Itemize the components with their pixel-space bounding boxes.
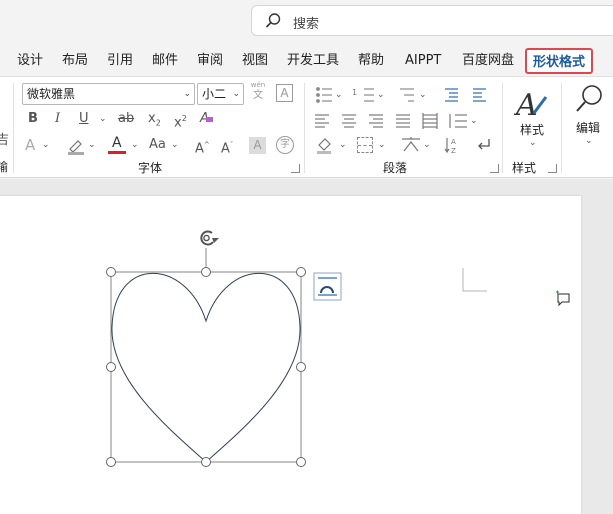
styles-group-label: 样式 xyxy=(512,161,537,175)
italic-icon[interactable]: I xyxy=(55,109,60,129)
search-placeholder: 搜索 xyxy=(293,17,320,32)
chevron-down-icon[interactable]: ⌄ xyxy=(99,109,107,129)
font-group-label: 字体 xyxy=(138,161,163,175)
ribbon: 吉 输 微软雅黑 ⌄ 小二 ⌄ wén 文 A B I U ⌄ ab x2 x2… xyxy=(0,76,613,178)
tab-review[interactable]: 审阅 xyxy=(197,46,223,76)
subscript-icon[interactable]: x2 xyxy=(148,109,161,134)
clipboard-partial-char: 吉 xyxy=(0,133,10,148)
font-name-value: 微软雅黑 xyxy=(27,87,76,101)
search-icon xyxy=(265,13,281,28)
comment-marker-icon xyxy=(556,290,570,307)
find-icon[interactable] xyxy=(574,83,604,115)
search-box[interactable]: 搜索 xyxy=(251,5,613,36)
superscript-icon[interactable]: x2 xyxy=(174,109,187,133)
chevron-down-icon[interactable]: ⌄ xyxy=(378,135,386,155)
change-case-icon[interactable]: Aa xyxy=(149,135,166,155)
tab-design[interactable]: 设计 xyxy=(17,46,43,76)
chinese-layout-icon[interactable] xyxy=(400,135,422,155)
clear-formatting-icon[interactable]: A xyxy=(200,109,213,129)
phonetic-top: wén xyxy=(250,81,266,89)
highlight-color-icon[interactable] xyxy=(66,137,86,155)
tab-layout[interactable]: 布局 xyxy=(62,46,88,76)
underline-icon[interactable]: U xyxy=(79,109,89,129)
chevron-down-icon[interactable]: ⌄ xyxy=(88,135,96,155)
paragraph-row-1 xyxy=(315,85,500,105)
chevron-down-icon: ⌄ xyxy=(232,89,240,99)
font-dialog-launcher-icon[interactable] xyxy=(291,164,300,173)
svg-text:Z: Z xyxy=(451,147,456,155)
chevron-down-icon[interactable]: ⌄ xyxy=(529,133,537,153)
tab-view[interactable]: 视图 xyxy=(242,46,268,76)
numbering-icon[interactable]: 1 xyxy=(352,83,357,103)
font-name-dropdown[interactable]: 微软雅黑 ⌄ xyxy=(22,83,195,105)
styles-icon[interactable]: A xyxy=(513,87,550,123)
svg-text:A: A xyxy=(514,88,538,121)
tab-mailings[interactable]: 邮件 xyxy=(152,46,178,76)
chevron-down-icon[interactable]: ⌄ xyxy=(423,135,431,155)
chevron-down-icon: ⌄ xyxy=(183,89,191,99)
chevron-down-icon[interactable]: ⌄ xyxy=(377,85,385,105)
phonetic-guide-button[interactable]: wén 文 xyxy=(250,81,266,102)
chevron-down-icon[interactable]: ⌄ xyxy=(339,135,347,155)
tab-developer[interactable]: 开发工具 xyxy=(287,46,339,76)
chevron-down-icon[interactable]: ⌄ xyxy=(42,135,50,155)
chevron-down-icon[interactable]: ⌄ xyxy=(131,135,139,155)
heart-shape-target[interactable] xyxy=(111,272,301,462)
styles-dialog-launcher-icon[interactable] xyxy=(548,164,557,173)
chevron-down-icon[interactable]: ⌄ xyxy=(470,111,478,131)
rotate-handle[interactable] xyxy=(197,229,217,247)
tab-references[interactable]: 引用 xyxy=(107,46,133,76)
chevron-down-icon[interactable]: ⌄ xyxy=(585,131,593,151)
chevron-down-icon[interactable]: ⌄ xyxy=(335,85,343,105)
char-shading-icon[interactable]: A xyxy=(249,137,266,154)
group-separator xyxy=(13,83,14,173)
chevron-down-icon[interactable]: ⌄ xyxy=(171,135,179,155)
margin-corner-mark xyxy=(462,268,487,292)
show-marks-icon[interactable] xyxy=(474,135,492,155)
svg-text:A: A xyxy=(451,138,456,146)
font-size-dropdown[interactable]: 小二 ⌄ xyxy=(197,83,244,105)
text-effects-icon[interactable]: A xyxy=(25,135,35,155)
shape-layer xyxy=(106,230,570,467)
phonetic-bottom: 文 xyxy=(253,90,263,101)
ribbon-tabs: 设计 布局 引用 邮件 审阅 视图 开发工具 帮助 AIPPT 百度网盘 形状格… xyxy=(0,46,613,76)
paragraph-dialog-launcher-icon[interactable] xyxy=(490,164,499,173)
document-canvas xyxy=(0,179,613,514)
bold-icon[interactable]: B xyxy=(28,109,38,129)
tab-baidu-netdisk[interactable]: 百度网盘 xyxy=(462,46,514,76)
shrink-font-icon[interactable]: Aˇ xyxy=(221,135,233,159)
chevron-down-icon[interactable]: ⌄ xyxy=(419,85,427,105)
layout-options-button[interactable] xyxy=(314,273,341,300)
clipboard-partial-label: 输 xyxy=(0,160,9,174)
borders-icon[interactable] xyxy=(357,137,373,153)
strikethrough-icon[interactable]: ab xyxy=(118,109,134,129)
enclose-characters-icon[interactable]: 字 xyxy=(276,136,294,154)
group-separator xyxy=(502,83,503,173)
shading-icon[interactable] xyxy=(315,135,335,155)
tab-shape-format[interactable]: 形状格式 xyxy=(525,48,594,74)
group-separator xyxy=(304,83,305,173)
sort-icon[interactable]: AZ xyxy=(444,135,462,155)
group-separator xyxy=(561,83,562,173)
title-bar: 搜索 xyxy=(0,0,613,44)
font-color-icon[interactable]: A xyxy=(108,135,126,155)
paragraph-group-label: 段落 xyxy=(383,161,408,175)
tab-help[interactable]: 帮助 xyxy=(358,46,384,76)
grow-font-icon[interactable]: A^ xyxy=(195,135,210,159)
tab-aippt[interactable]: AIPPT xyxy=(405,46,441,76)
char-border-icon[interactable]: A xyxy=(276,84,293,102)
font-size-value: 小二 xyxy=(202,87,227,101)
